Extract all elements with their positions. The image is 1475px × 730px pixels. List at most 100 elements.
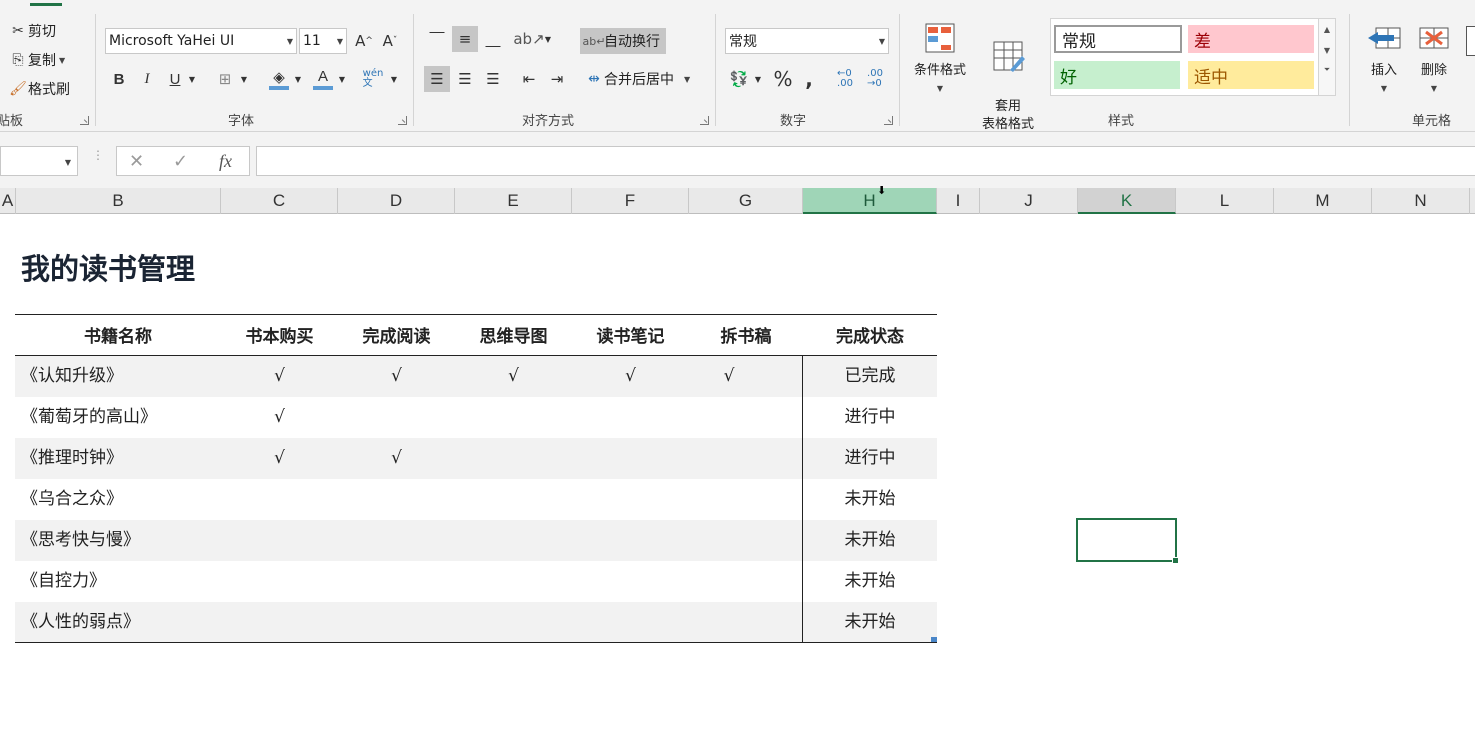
orientation-icon[interactable]: ab↗ (513, 26, 544, 52)
book-name-cell[interactable]: 《思考快与慢》 (21, 520, 221, 561)
border-icon[interactable]: ⊞ (212, 66, 238, 92)
cut-button[interactable]: ✂ 剪切 (8, 20, 56, 42)
column-header-i[interactable]: I (937, 188, 980, 214)
gallery-scrollbar[interactable]: ▲ ▼ ⏷ (1318, 18, 1336, 96)
check-cell[interactable] (221, 479, 338, 520)
check-cell[interactable] (572, 438, 689, 479)
check-cell[interactable] (572, 479, 689, 520)
check-cell[interactable] (572, 561, 689, 602)
status-cell[interactable]: 未开始 (803, 602, 937, 643)
check-cell[interactable] (689, 479, 769, 520)
header-notes[interactable]: 读书笔记 (572, 322, 689, 347)
check-cell[interactable]: √ (221, 356, 338, 397)
chevron-down-icon[interactable]: ▼ (184, 66, 200, 92)
header-purchased[interactable]: 书本购买 (221, 322, 338, 347)
comma-icon[interactable]: , (796, 66, 822, 92)
check-cell[interactable] (221, 520, 338, 561)
chevron-down-icon[interactable]: ▼ (290, 66, 306, 92)
header-book-name[interactable]: 书籍名称 (15, 322, 221, 347)
number-format-combo[interactable]: 常规 ▼ (725, 28, 889, 54)
column-header-g[interactable]: G (689, 188, 803, 214)
check-cell[interactable] (455, 397, 572, 438)
check-cell[interactable] (689, 397, 769, 438)
column-header-d[interactable]: D (338, 188, 455, 214)
chevron-down-icon[interactable]: ▼ (337, 37, 343, 46)
check-cell[interactable] (338, 397, 455, 438)
conditional-format-button[interactable]: 条件格式 ▼ (908, 20, 972, 98)
status-cell[interactable]: 已完成 (803, 356, 937, 397)
check-cell[interactable] (572, 397, 689, 438)
chevron-down-icon[interactable]: ▼ (750, 66, 766, 92)
check-cell[interactable] (572, 520, 689, 561)
column-header-m[interactable]: M (1274, 188, 1372, 214)
check-cell[interactable] (338, 520, 455, 561)
column-header-n[interactable]: N (1372, 188, 1470, 214)
name-box[interactable]: ▼ (0, 146, 78, 176)
gallery-expand-icon[interactable]: ⏷ (1319, 65, 1335, 75)
check-cell[interactable] (455, 438, 572, 479)
chevron-down-icon[interactable]: ▼ (386, 66, 402, 92)
check-cell[interactable] (455, 520, 572, 561)
table-format-button[interactable]: 套用 表格格式 (976, 20, 1040, 134)
align-center-icon[interactable]: ☰ (452, 66, 478, 92)
column-header-l[interactable]: L (1176, 188, 1274, 214)
chevron-up-icon[interactable]: ▲ (1319, 25, 1335, 34)
format-painter-button[interactable]: 🖌 格式刷 (8, 78, 70, 100)
style-neutral[interactable]: 适中 (1188, 61, 1314, 89)
status-cell[interactable]: 未开始 (803, 520, 937, 561)
percent-icon[interactable]: % (770, 66, 796, 92)
font-launcher-icon[interactable] (398, 116, 407, 125)
book-name-cell[interactable]: 《乌合之众》 (21, 479, 221, 520)
check-cell[interactable] (689, 602, 769, 643)
chevron-down-icon[interactable]: ▼ (287, 37, 293, 46)
check-cell[interactable]: √ (572, 356, 689, 397)
column-header-h[interactable]: H (803, 188, 937, 214)
book-name-cell[interactable]: 《人性的弱点》 (21, 602, 221, 643)
check-cell[interactable] (572, 602, 689, 643)
align-top-icon[interactable]: ⎺ (424, 26, 450, 52)
book-name-cell[interactable]: 《认知升级》 (21, 356, 221, 397)
increase-decimal-icon[interactable]: ←0.00 (832, 66, 858, 92)
style-good[interactable]: 好 (1054, 61, 1180, 89)
alignment-launcher-icon[interactable] (700, 116, 709, 125)
copy-button[interactable]: ⎘ 复制 ▼ (8, 49, 65, 71)
header-breakdown[interactable]: 拆书稿 (689, 322, 803, 347)
check-cell[interactable]: √ (338, 356, 455, 397)
check-cell[interactable] (689, 438, 769, 479)
currency-icon[interactable]: 💱 (726, 66, 752, 92)
chevron-down-icon[interactable]: ▼ (879, 37, 885, 46)
check-cell[interactable] (221, 602, 338, 643)
check-cell[interactable]: √ (221, 438, 338, 479)
chevron-down-icon[interactable]: ▼ (334, 66, 350, 92)
chevron-down-icon[interactable]: ▼ (684, 75, 690, 84)
column-header-k[interactable]: K (1078, 188, 1176, 214)
fill-color-icon[interactable]: ◈ (266, 66, 292, 92)
cancel-icon[interactable]: ✕ (129, 151, 144, 172)
column-header-b[interactable]: B (16, 188, 221, 214)
check-cell[interactable]: √ (338, 438, 455, 479)
chevron-down-icon[interactable]: ▼ (540, 26, 556, 52)
check-cell[interactable] (338, 561, 455, 602)
formula-input[interactable] (256, 146, 1475, 176)
check-cell[interactable] (338, 479, 455, 520)
check-cell[interactable] (455, 561, 572, 602)
column-header-c[interactable]: C (221, 188, 338, 214)
enter-icon[interactable]: ✓ (173, 151, 188, 172)
book-name-cell[interactable]: 《葡萄牙的高山》 (21, 397, 221, 438)
font-name-combo[interactable]: Microsoft YaHei UI ▼ (105, 28, 297, 54)
format-cells-icon[interactable] (1466, 26, 1475, 56)
sheet-title[interactable]: 我的读书管理 (21, 246, 195, 288)
align-left-icon[interactable]: ☰ (424, 66, 450, 92)
italic-button[interactable]: I (134, 66, 160, 92)
decrease-decimal-icon[interactable]: .00 →0 (862, 66, 888, 92)
phonetic-icon[interactable]: wén 文 (360, 66, 386, 92)
number-launcher-icon[interactable] (884, 116, 893, 125)
book-name-cell[interactable]: 《推理时钟》 (21, 438, 221, 479)
status-cell[interactable]: 未开始 (803, 561, 937, 602)
check-cell[interactable]: √ (221, 397, 338, 438)
clipboard-launcher-icon[interactable] (80, 116, 89, 125)
check-cell[interactable]: √ (455, 356, 572, 397)
status-cell[interactable]: 进行中 (803, 438, 937, 479)
header-status[interactable]: 完成状态 (803, 322, 937, 347)
delete-button[interactable]: 删除 ▼ (1402, 20, 1466, 98)
